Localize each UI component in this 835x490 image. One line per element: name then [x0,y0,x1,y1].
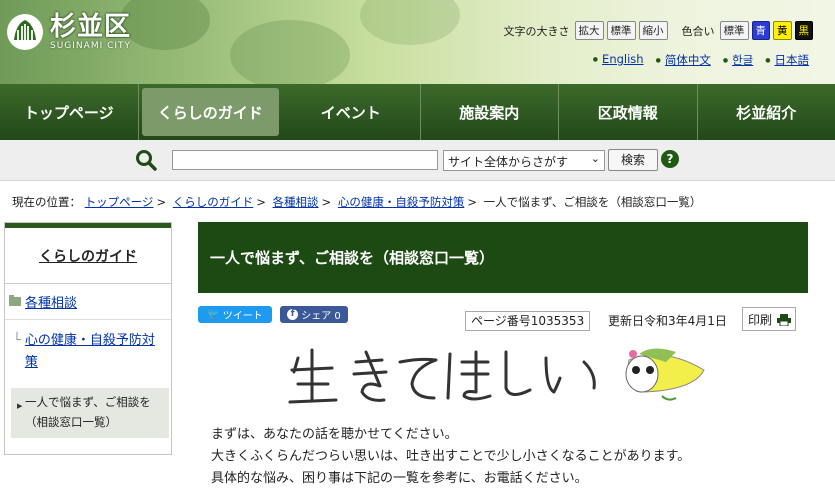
intro-text: まずは、あなたの話を聴かせてください。 大きくふくらんだつらい思いは、吐き出すこ… [211,424,690,490]
hero-handwriting-image [284,340,714,410]
accessibility-tools: 文字の大きさ 拡大 標準 縮小 色合い 標準 青 黄 黒 [504,21,814,40]
share-label: シェア 0 [301,307,341,322]
font-shrink-button[interactable]: 縮小 [639,21,668,40]
breadcrumb-mental-health[interactable]: 心の健康・自殺予防対策 [338,195,465,209]
header-foliage [120,0,210,50]
search-scope-value: サイト全体からさがす [448,155,568,169]
color-label: 色合い [682,23,715,39]
lang-japanese-link[interactable]: 日本語 [765,52,809,68]
global-nav: トップページ くらしのガイド イベント 施設案内 区政情報 杉並紹介 [0,84,835,140]
breadcrumb: 現在の位置： トップページ> くらしのガイド> 各種相談> 心の健康・自殺予防対… [12,194,701,210]
search-help-icon[interactable]: ? [661,150,679,168]
tweet-button[interactable]: 🐦 ツイート [198,306,272,323]
logo-name: 杉並区 [50,14,131,40]
intro-paragraph: 具体的な悩み、困り事は下記の一覧を参考に、お電話ください。 [211,468,690,490]
print-button[interactable]: 印刷 [742,307,796,331]
print-label: 印刷 [748,313,772,327]
side-nav-current-label: 一人で悩まず、ご相談を（相談窓口一覧） [25,395,151,429]
intro-paragraph: まずは、あなたの話を聴かせてください。 [211,424,690,446]
side-nav: くらしのガイド 各種相談 └ 心の健康・自殺予防対策 ▶ 一人で悩まず、ご相談を… [4,222,172,455]
breadcrumb-top[interactable]: トップページ [85,195,154,209]
gnav-top[interactable]: トップページ [0,84,139,140]
tree-branch-icon: └ [13,330,21,374]
city-emblem-icon [6,12,44,52]
font-standard-button[interactable]: 標準 [607,21,636,40]
tweet-label: ツイート [223,307,263,322]
language-links: English 简体中文 한글 日本語 [581,52,809,68]
breadcrumb-living-guide[interactable]: くらしのガイド [173,195,254,209]
gnav-about[interactable]: 杉並紹介 [698,84,835,140]
gnav-administration[interactable]: 区政情報 [559,84,698,140]
gnav-living-guide[interactable]: くらしのガイド [142,88,280,136]
gnav-events[interactable]: イベント [282,84,421,140]
facebook-share-button[interactable]: f シェア 0 [280,306,348,323]
updated-date: 更新日令和3年4月1日 [608,312,727,329]
triangle-right-icon: ▶ [17,396,22,416]
gnav-facilities[interactable]: 施設案内 [421,84,560,140]
site-header: 杉並区 SUGINAMI CITY 文字の大きさ 拡大 標準 縮小 色合い 標準… [0,0,835,84]
color-standard-button[interactable]: 標準 [720,21,749,40]
lang-english-link[interactable]: English [593,52,644,68]
side-nav-current-item: ▶ 一人で悩まず、ご相談を（相談窓口一覧） [11,388,169,438]
page-title: 一人で悩まず、ご相談を（相談窓口一覧） [198,222,808,293]
search-scope-select[interactable]: サイト全体からさがす ⌄ [443,150,605,171]
side-nav-consultation[interactable]: 各種相談 [25,292,77,311]
breadcrumb-current: 一人で悩まず、ご相談を（相談窓口一覧） [484,195,702,209]
header-foliage [360,0,460,45]
page-number: ページ番号1035353 [465,311,590,331]
facebook-icon: f [287,309,298,320]
search-icon [135,149,157,171]
twitter-bird-icon: 🐦 [207,309,219,320]
breadcrumb-prefix: 現在の位置： [12,195,81,209]
font-enlarge-button[interactable]: 拡大 [575,21,604,40]
chevron-down-icon: ⌄ [591,152,600,165]
color-black-button[interactable]: 黒 [795,21,814,40]
logo-subtitle: SUGINAMI CITY [50,42,131,51]
search-input[interactable] [172,150,438,170]
color-blue-button[interactable]: 青 [752,21,771,40]
color-yellow-button[interactable]: 黄 [773,21,792,40]
folder-icon [9,297,21,306]
side-nav-title[interactable]: くらしのガイド [39,246,137,266]
font-size-label: 文字の大きさ [504,23,570,39]
printer-icon [777,314,791,326]
breadcrumb-consultation[interactable]: 各種相談 [273,195,319,209]
lang-chinese-link[interactable]: 简体中文 [656,52,711,68]
header-foliage [230,20,350,84]
mascot-icon [626,348,704,399]
side-nav-mental-health[interactable]: 心の健康・自殺予防対策 [25,330,167,374]
site-logo[interactable]: 杉並区 SUGINAMI CITY [6,12,131,52]
intro-paragraph: 大きくふくらんだつらい思いは、吐き出すことで少し小さくなることがあります。 [211,446,690,468]
lang-korean-link[interactable]: 한글 [723,52,753,68]
search-button[interactable]: 検索 [608,149,658,171]
